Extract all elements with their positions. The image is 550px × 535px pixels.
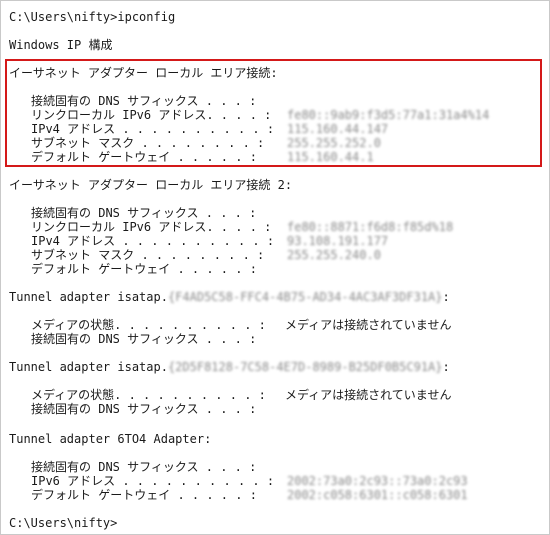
row-label: デフォルト ゲートウェイ . . . . . : xyxy=(31,150,257,164)
tunnel-guid: {F4AD5C58-FFC4-4B75-AD34-4AC3AF3DF31A} xyxy=(167,290,443,304)
tunnel-header: Tunnel adapter isatap.{2D5F8128-7C58-4E7… xyxy=(9,359,450,375)
row-label: 接続固有の DNS サフィックス . . . : xyxy=(31,332,257,346)
tunnel-name: Tunnel adapter isatap. xyxy=(9,360,168,374)
tunnel-colon: : xyxy=(442,290,450,304)
tunnel-guid: {2D5F8128-7C58-4E7D-8989-B25DF0B5C91A} xyxy=(167,360,443,374)
command-line-ipconfig: C:\Users\nifty>ipconfig xyxy=(9,10,176,24)
row-label: 接続固有の DNS サフィックス . . . : xyxy=(31,402,257,416)
tunnel-colon: : xyxy=(442,360,450,374)
adapter-header: Tunnel adapter 6TO4 Adapter: xyxy=(9,432,212,446)
adapter-header: イーサネット アダプター ローカル エリア接続 2: xyxy=(9,178,293,192)
row-value: 255.255.240.0 xyxy=(287,248,381,262)
row-value: 2002:c058:6301::c058:6301 xyxy=(287,488,468,502)
media-status-value: メディアは接続されていません xyxy=(285,318,452,332)
adapter-header: イーサネット アダプター ローカル エリア接続: xyxy=(9,66,278,80)
config-title: Windows IP 構成 xyxy=(9,38,113,52)
command-prompt[interactable]: C:\Users\nifty> xyxy=(9,515,117,531)
media-status-value: メディアは接続されていません xyxy=(285,388,452,402)
row-label: デフォルト ゲートウェイ . . . . . : xyxy=(31,488,257,502)
row-label: デフォルト ゲートウェイ . . . . . : xyxy=(31,262,257,276)
command-prompt-window: C:\Users\nifty>ipconfig Windows IP 構成 イー… xyxy=(0,0,550,535)
row-value: 115.160.44.1 xyxy=(287,150,374,164)
tunnel-name: Tunnel adapter isatap. xyxy=(9,290,168,304)
tunnel-header: Tunnel adapter isatap.{F4AD5C58-FFC4-4B7… xyxy=(9,289,450,305)
